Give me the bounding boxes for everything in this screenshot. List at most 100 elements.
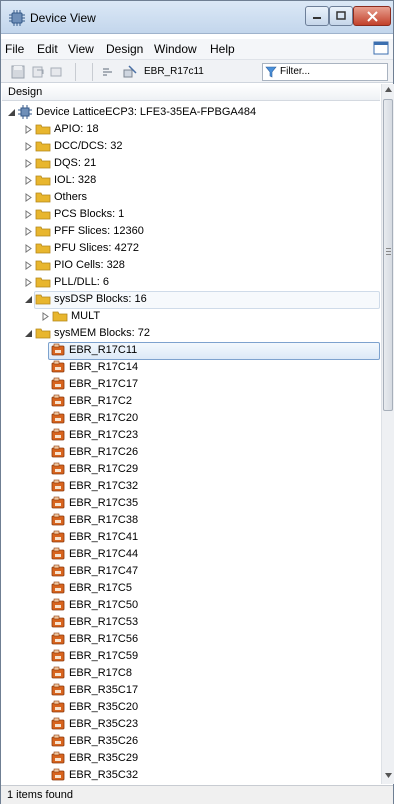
expand-arrow-icon[interactable] bbox=[24, 125, 33, 137]
scroll-thumb[interactable] bbox=[383, 99, 393, 411]
sort-icon[interactable] bbox=[101, 65, 115, 79]
tree-node-sysdsp[interactable]: sysDSP Blocks: 16 bbox=[2, 291, 380, 309]
tree-node-label: EBR_R35C26 bbox=[69, 735, 139, 747]
menu-file[interactable]: File bbox=[5, 42, 24, 56]
tree-node-device[interactable]: Device LatticeECP3: LFE3-35EA-FPBGA484 bbox=[2, 104, 380, 121]
tree-node-mult[interactable]: MULT bbox=[2, 308, 380, 325]
tree-node-ebr[interactable]: EBR_R35C32 bbox=[2, 767, 380, 784]
tree-node-ebr[interactable]: EBR_R35C17 bbox=[2, 682, 380, 699]
folder-icon bbox=[35, 207, 51, 224]
tree-node-label: EBR_R35C23 bbox=[69, 718, 139, 730]
close-icon bbox=[366, 10, 378, 22]
tree-node-label: PFF Slices: 12360 bbox=[54, 225, 144, 237]
tree-node-folder[interactable]: PCS Blocks: 1 bbox=[2, 206, 380, 223]
scroll-down-button[interactable] bbox=[382, 770, 394, 784]
tree-node-label: EBR_R17C50 bbox=[69, 599, 139, 611]
import-icon[interactable] bbox=[31, 65, 45, 79]
design-selector[interactable]: EBR_R17c11 bbox=[142, 63, 259, 81]
memory-block-icon bbox=[50, 564, 66, 581]
tree-node-label: EBR_R35C32 bbox=[69, 769, 139, 781]
tree-node-ebr[interactable]: EBR_R17C41 bbox=[2, 529, 380, 546]
collapse-arrow-icon[interactable] bbox=[7, 108, 16, 117]
tree-node-ebr[interactable]: EBR_R17C47 bbox=[2, 563, 380, 580]
expand-arrow-icon[interactable] bbox=[24, 142, 33, 154]
memory-block-icon bbox=[50, 751, 66, 768]
toolbar-separator bbox=[75, 63, 76, 81]
window-title: Device View bbox=[30, 11, 96, 25]
tree-node-folder[interactable]: PFF Slices: 12360 bbox=[2, 223, 380, 240]
tree-node-sysmem[interactable]: sysMEM Blocks: 72 bbox=[2, 325, 380, 342]
vertical-scrollbar[interactable] bbox=[381, 84, 394, 784]
expand-arrow-icon[interactable] bbox=[24, 261, 33, 273]
tree-node-ebr[interactable]: EBR_R17C35 bbox=[2, 495, 380, 512]
locate-icon[interactable] bbox=[123, 65, 137, 79]
tree-node-ebr[interactable]: EBR_R17C23 bbox=[2, 427, 380, 444]
folder-icon bbox=[35, 328, 51, 339]
memory-block-icon bbox=[50, 428, 66, 445]
tree-node-label: EBR_R17C32 bbox=[69, 480, 139, 492]
tree-node-ebr[interactable]: EBR_R17C38 bbox=[2, 512, 380, 529]
tree-node-ebr[interactable]: EBR_R17C56 bbox=[2, 631, 380, 648]
tree-node-folder[interactable]: APIO: 18 bbox=[2, 121, 380, 138]
tree-node-ebr[interactable]: EBR_R17C20 bbox=[2, 410, 380, 427]
tree-node-ebr[interactable]: EBR_R17C14 bbox=[2, 359, 380, 376]
menu-help[interactable]: Help bbox=[210, 42, 235, 56]
expand-arrow-icon[interactable] bbox=[24, 227, 33, 239]
save-icon[interactable] bbox=[11, 65, 25, 79]
expand-arrow-icon[interactable] bbox=[24, 210, 33, 222]
maximize-button[interactable] bbox=[329, 6, 353, 26]
tree-node-label: EBR_R17C38 bbox=[69, 514, 139, 526]
folder-icon bbox=[35, 156, 51, 173]
close-button[interactable] bbox=[353, 6, 391, 26]
tree-node-folder[interactable]: Others bbox=[2, 189, 380, 206]
minimize-icon bbox=[313, 17, 321, 19]
expand-arrow-icon[interactable] bbox=[24, 176, 33, 188]
expand-arrow-icon[interactable] bbox=[24, 278, 33, 290]
tree-node-ebr[interactable]: EBR_R17C44 bbox=[2, 546, 380, 563]
tree-node-ebr[interactable]: EBR_R17C8 bbox=[2, 665, 380, 682]
tree-node-ebr[interactable]: EBR_R17C11 bbox=[2, 342, 380, 360]
expand-arrow-icon[interactable] bbox=[24, 244, 33, 256]
expand-arrow-icon[interactable] bbox=[24, 159, 33, 171]
menu-design[interactable]: Design bbox=[106, 42, 143, 56]
tree-node-label: EBR_R17C47 bbox=[69, 565, 139, 577]
tree-node-ebr[interactable]: EBR_R17C50 bbox=[2, 597, 380, 614]
menu-view[interactable]: View bbox=[68, 42, 94, 56]
tree-node-ebr[interactable]: EBR_R35C20 bbox=[2, 699, 380, 716]
minimize-button[interactable] bbox=[305, 6, 329, 26]
tree-node-folder[interactable]: PIO Cells: 328 bbox=[2, 257, 380, 274]
tree-node-ebr[interactable]: EBR_R17C59 bbox=[2, 648, 380, 665]
chip-icon bbox=[9, 10, 25, 26]
tree-node-folder[interactable]: DQS: 21 bbox=[2, 155, 380, 172]
filter-input[interactable]: Filter... bbox=[262, 63, 388, 81]
collapse-arrow-icon[interactable] bbox=[24, 295, 33, 304]
expand-arrow-icon[interactable] bbox=[41, 312, 50, 321]
tree-node-ebr[interactable]: EBR_R17C53 bbox=[2, 614, 380, 631]
export-icon[interactable] bbox=[49, 65, 63, 79]
tree-node-ebr[interactable]: EBR_R35C23 bbox=[2, 716, 380, 733]
tree-node-label: EBR_R17C17 bbox=[69, 378, 139, 390]
menu-edit[interactable]: Edit bbox=[37, 42, 58, 56]
memory-block-icon bbox=[50, 530, 66, 547]
tree-node-ebr[interactable]: EBR_R17C2 bbox=[2, 393, 380, 410]
tree-node-ebr[interactable]: EBR_R17C29 bbox=[2, 461, 380, 478]
restore-view-icon[interactable] bbox=[373, 40, 389, 56]
tree-node-folder[interactable]: DCC/DCS: 32 bbox=[2, 138, 380, 155]
filter-placeholder: Filter... bbox=[280, 66, 311, 77]
collapse-arrow-icon[interactable] bbox=[24, 329, 33, 338]
scroll-up-button[interactable] bbox=[382, 84, 394, 98]
maximize-icon bbox=[336, 11, 346, 20]
tree-node-folder[interactable]: PFU Slices: 4272 bbox=[2, 240, 380, 257]
tree-node-folder[interactable]: PLL/DLL: 6 bbox=[2, 274, 380, 291]
tree-node-ebr[interactable]: EBR_R35C29 bbox=[2, 750, 380, 767]
tree-node-ebr[interactable]: EBR_R17C26 bbox=[2, 444, 380, 461]
tree-node-label: PIO Cells: 328 bbox=[54, 259, 125, 271]
tree-node-ebr[interactable]: EBR_R17C32 bbox=[2, 478, 380, 495]
tree-node-ebr[interactable]: EBR_R35C26 bbox=[2, 733, 380, 750]
expand-arrow-icon[interactable] bbox=[24, 193, 33, 205]
tree-node-ebr[interactable]: EBR_R17C17 bbox=[2, 376, 380, 393]
tree-node-ebr[interactable]: EBR_R17C5 bbox=[2, 580, 380, 597]
menu-window[interactable]: Window bbox=[154, 42, 197, 56]
tree-node-folder[interactable]: IOL: 328 bbox=[2, 172, 380, 189]
memory-block-icon bbox=[50, 377, 66, 394]
